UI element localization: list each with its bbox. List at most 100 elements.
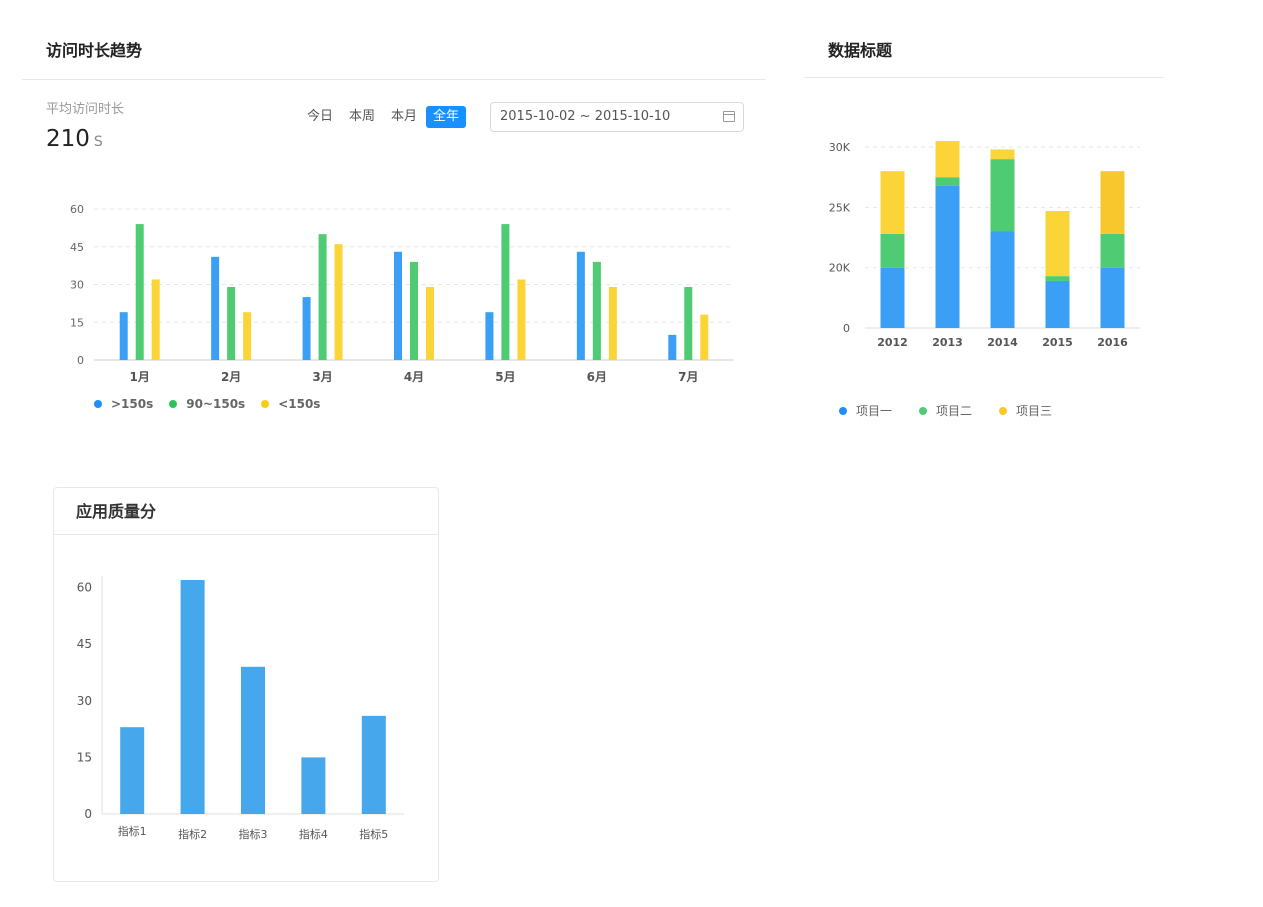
legend-item-lt150[interactable]: <150s xyxy=(261,396,320,412)
legend-dot xyxy=(999,407,1008,415)
stacked-bar-segment xyxy=(1045,280,1070,328)
bar xyxy=(180,580,205,814)
stacked-bar-segment xyxy=(1045,276,1070,281)
bar xyxy=(394,251,402,360)
bar xyxy=(243,312,252,360)
stacked-bar-segment xyxy=(935,177,960,186)
bar xyxy=(301,757,326,814)
calendar-icon[interactable] xyxy=(723,111,735,122)
y-tick-label: 60 xyxy=(77,581,92,595)
bar xyxy=(334,244,343,360)
bar xyxy=(426,287,434,360)
bar xyxy=(135,224,144,360)
visit-duration-legend: >150s 90~150s <150s xyxy=(94,396,320,412)
x-tick-label: 2015 xyxy=(1042,336,1073,349)
legend-dot xyxy=(261,400,270,408)
x-tick-label: 指标4 xyxy=(299,827,328,841)
stacked-bar-segment xyxy=(880,233,905,268)
bar xyxy=(668,334,677,360)
stacked-bar-segment xyxy=(990,231,1015,328)
legend-dot xyxy=(839,407,847,415)
x-tick-label: 2013 xyxy=(932,336,963,349)
x-tick-label: 指标5 xyxy=(359,827,388,841)
visit-duration-chart: 0 15 30 45 60 1月 2月 3月 4月 5月 6月 7月 xyxy=(70,203,734,384)
x-tick-label: 2014 xyxy=(987,336,1018,349)
bar xyxy=(608,287,617,360)
x-tick-label: 指标3 xyxy=(239,827,268,841)
stacked-bar-segment xyxy=(1100,267,1125,328)
x-tick-label: 6月 xyxy=(587,370,607,384)
legend-label: <150s xyxy=(278,397,321,411)
stacked-bar-segment xyxy=(1100,233,1125,268)
data-title: 数据标题 xyxy=(828,41,893,60)
bar xyxy=(410,261,418,360)
y-tick-label: 15 xyxy=(70,316,84,329)
y-tick-label: 0 xyxy=(84,807,92,821)
y-tick-label: 0 xyxy=(843,322,850,335)
x-tick-label: 4月 xyxy=(404,370,424,384)
bar xyxy=(501,224,510,360)
stacked-bar-segment xyxy=(935,141,960,178)
y-tick-label: 30 xyxy=(70,279,84,292)
stacked-bar-segment xyxy=(1045,210,1070,277)
y-tick-label: 0 xyxy=(77,354,84,367)
x-tick-label: 2月 xyxy=(221,370,241,384)
bar xyxy=(318,234,327,360)
stacked-bar-chart: 0 20K 25K 30K 2012 2013 2014 2015 2016 xyxy=(829,141,1140,349)
legend-item-project1[interactable]: 项目一 xyxy=(839,403,892,419)
y-tick-label: 45 xyxy=(77,637,92,651)
x-tick-label: 2016 xyxy=(1097,336,1128,349)
time-range-selector: 今日 本周 本月 全年 xyxy=(300,106,467,128)
bar xyxy=(211,256,220,360)
date-range-picker[interactable]: 2015-10-02 ~ 2015-10-10 xyxy=(490,102,744,132)
legend-label: 项目一 xyxy=(856,404,893,418)
legend-item-project3[interactable]: 项目三 xyxy=(999,403,1052,419)
visit-duration-title: 访问时长趋势 xyxy=(46,41,143,60)
stacked-bar-segment xyxy=(1100,171,1125,234)
bar xyxy=(151,279,160,360)
legend-item-project2[interactable]: 项目二 xyxy=(919,403,972,419)
legend-label: 项目二 xyxy=(936,404,973,418)
range-week-button[interactable]: 本周 xyxy=(342,106,382,128)
quality-score-card: 应用质量分 0 15 30 45 60 指标1 指标2 指标3 指标4 指标5 xyxy=(53,487,439,882)
x-tick-label: 3月 xyxy=(312,370,332,384)
stacked-bar-segment xyxy=(935,185,960,328)
range-year-button[interactable]: 全年 xyxy=(426,106,467,128)
legend-label: 90~150s xyxy=(186,397,246,411)
bar xyxy=(241,666,265,814)
legend-label: >150s xyxy=(111,397,154,411)
bar xyxy=(485,312,494,360)
legend-item-90-150[interactable]: 90~150s xyxy=(169,396,245,412)
y-tick-label: 60 xyxy=(70,203,84,216)
quality-score-chart: 0 15 30 45 60 指标1 指标2 指标3 指标4 指标5 xyxy=(77,576,404,841)
bar xyxy=(684,287,693,360)
bar xyxy=(361,715,386,814)
bar xyxy=(592,261,601,360)
range-month-button[interactable]: 本月 xyxy=(384,106,424,128)
stacked-bar-segment xyxy=(990,159,1015,232)
y-tick-label: 15 xyxy=(77,750,92,764)
card-divider xyxy=(54,534,438,535)
bar xyxy=(227,287,236,360)
stacked-chart-legend: 项目一 项目二 项目三 xyxy=(839,403,1052,419)
avg-duration-value: 210 xyxy=(46,126,90,152)
y-tick-label: 20K xyxy=(829,262,851,275)
panel-divider xyxy=(22,79,766,80)
x-tick-label: 1月 xyxy=(130,370,150,384)
x-tick-label: 7月 xyxy=(678,370,698,384)
legend-item-gt150[interactable]: >150s xyxy=(94,396,153,412)
avg-duration-label: 平均访问时长 xyxy=(46,102,125,117)
bar xyxy=(302,297,311,360)
bar xyxy=(119,312,128,360)
bar xyxy=(120,727,145,814)
legend-dot xyxy=(919,407,928,415)
panel-divider xyxy=(804,77,1164,78)
y-tick-label: 30K xyxy=(829,141,851,154)
range-today-button[interactable]: 今日 xyxy=(300,106,340,128)
avg-duration-metric: 210 S xyxy=(46,124,103,157)
x-tick-label: 指标2 xyxy=(178,827,207,841)
x-tick-label: 指标1 xyxy=(118,824,147,838)
stacked-bar-segment xyxy=(990,149,1015,160)
bar xyxy=(576,251,585,360)
avg-duration-unit: S xyxy=(93,134,103,150)
